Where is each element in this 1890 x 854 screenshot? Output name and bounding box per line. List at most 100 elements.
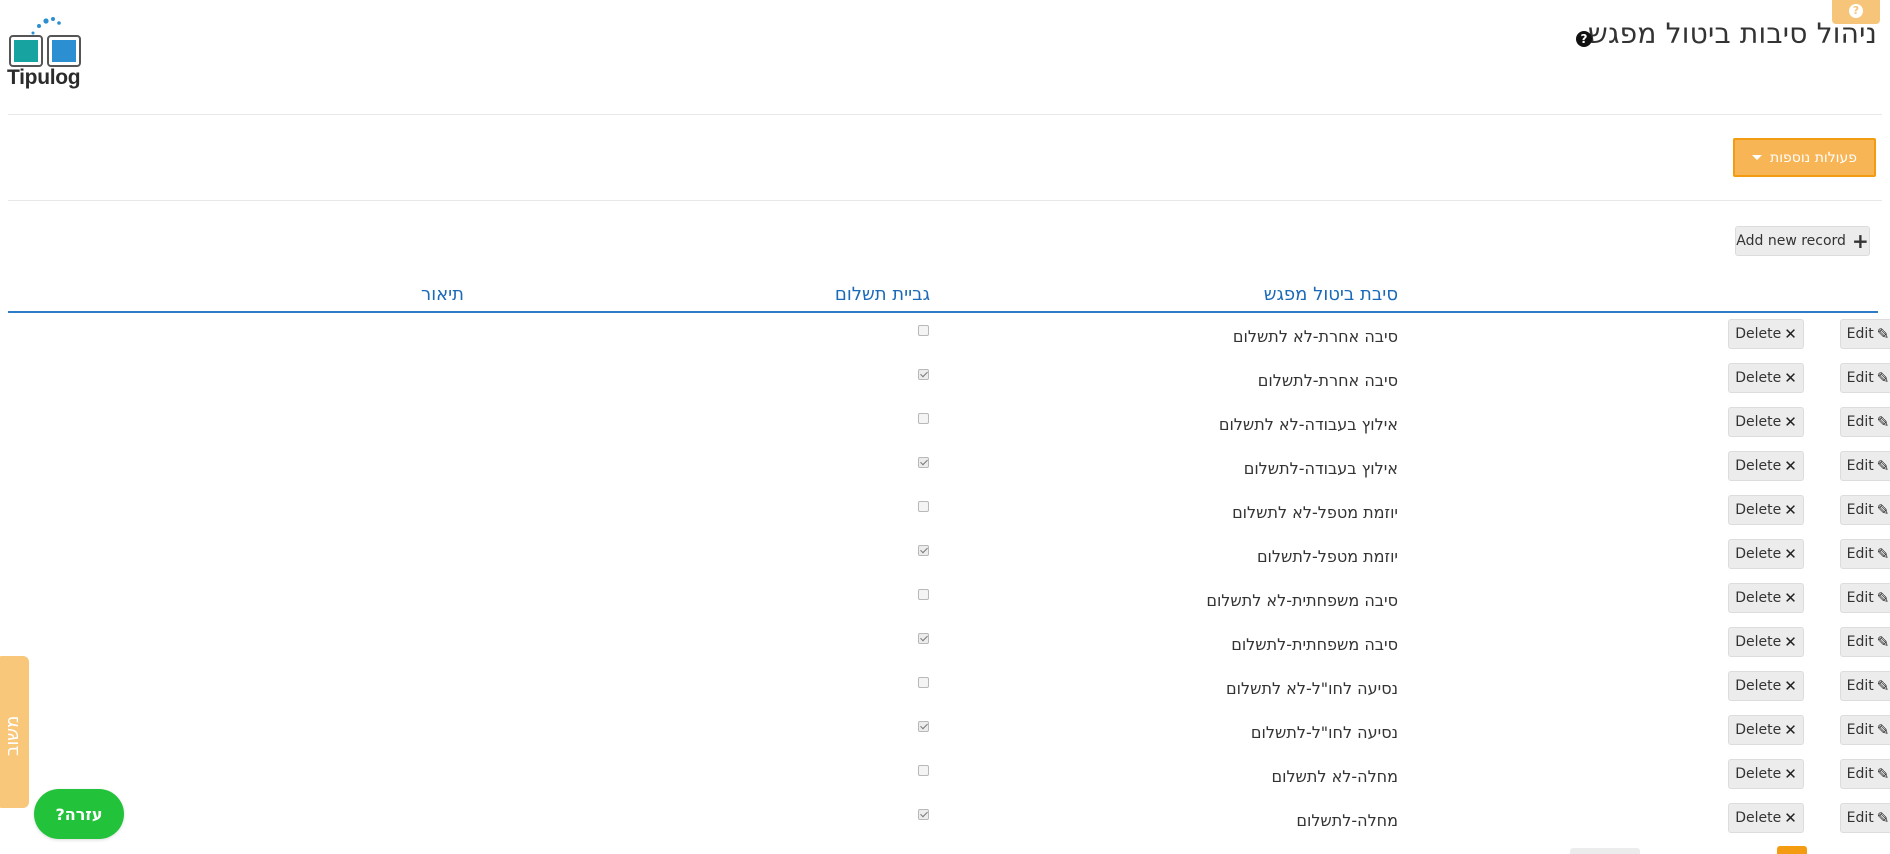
payment-checkbox[interactable] [918, 501, 929, 512]
pencil-icon: ✎ [1876, 501, 1890, 519]
column-header-payment[interactable]: גביית תשלום [835, 284, 930, 305]
pagination-input[interactable] [1570, 848, 1640, 854]
delete-button[interactable]: Delete ✕ [1728, 495, 1804, 525]
table-row: Edit ✎ Delete ✕ מחלה-לא לתשלום [0, 754, 1890, 798]
pagination-active-page[interactable] [1777, 846, 1807, 854]
question-circle-icon[interactable]: ? [1576, 31, 1592, 47]
delete-label: Delete [1735, 502, 1782, 518]
divider [8, 200, 1882, 201]
edit-label: Edit [1846, 810, 1874, 826]
feedback-label: משוב [2, 715, 23, 756]
edit-button[interactable]: Edit ✎ [1840, 451, 1890, 481]
delete-button[interactable]: Delete ✕ [1728, 539, 1804, 569]
edit-label: Edit [1846, 546, 1874, 562]
pencil-icon: ✎ [1876, 325, 1890, 343]
table-row: Edit ✎ Delete ✕ סיבה משפחתית-לתשלום [0, 622, 1890, 666]
pencil-icon: ✎ [1876, 545, 1890, 563]
close-icon: ✕ [1784, 457, 1797, 475]
delete-label: Delete [1735, 326, 1782, 342]
payment-checkbox[interactable] [918, 457, 929, 468]
edit-label: Edit [1846, 414, 1874, 430]
edit-label: Edit [1846, 326, 1874, 342]
table-row: Edit ✎ Delete ✕ נסיעה לחו"ל-לתשלום [0, 710, 1890, 754]
pencil-icon: ✎ [1876, 457, 1890, 475]
table-row: Edit ✎ Delete ✕ סיבה משפחתית-לא לתשלום [0, 578, 1890, 622]
logo-text: Tipulog [7, 66, 81, 89]
pencil-icon: ✎ [1876, 413, 1890, 431]
edit-label: Edit [1846, 678, 1874, 694]
pencil-icon: ✎ [1876, 677, 1890, 695]
delete-button[interactable]: Delete ✕ [1728, 627, 1804, 657]
edit-button[interactable]: Edit ✎ [1840, 363, 1890, 393]
delete-label: Delete [1735, 766, 1782, 782]
delete-button[interactable]: Delete ✕ [1728, 671, 1804, 701]
delete-label: Delete [1735, 546, 1782, 562]
reason-cell: מחלה-לא לתשלום [1271, 767, 1398, 786]
close-icon: ✕ [1784, 809, 1797, 827]
reason-cell: סיבה אחרת-לא לתשלום [1232, 327, 1398, 346]
feedback-tab[interactable]: משוב [0, 656, 29, 808]
table-row: Edit ✎ Delete ✕ סיבה אחרת-לא לתשלום [0, 314, 1890, 358]
edit-label: Edit [1846, 502, 1874, 518]
edit-button[interactable]: Edit ✎ [1840, 495, 1890, 525]
edit-button[interactable]: Edit ✎ [1840, 715, 1890, 745]
delete-label: Delete [1735, 590, 1782, 606]
edit-button[interactable]: Edit ✎ [1840, 627, 1890, 657]
table-row: Edit ✎ Delete ✕ נסיעה לחו"ל-לא לתשלום [0, 666, 1890, 710]
column-header-description[interactable]: תיאור [421, 284, 464, 305]
payment-checkbox[interactable] [918, 721, 929, 732]
edit-button[interactable]: Edit ✎ [1840, 759, 1890, 789]
edit-label: Edit [1846, 766, 1874, 782]
reason-cell: סיבה משפחתית-לתשלום [1231, 635, 1398, 654]
payment-checkbox[interactable] [918, 677, 929, 688]
payment-checkbox[interactable] [918, 369, 929, 380]
edit-button[interactable]: Edit ✎ [1840, 671, 1890, 701]
close-icon: ✕ [1784, 721, 1797, 739]
table-row: Edit ✎ Delete ✕ מחלה-לתשלום [0, 798, 1890, 842]
help-chat-button[interactable]: עזרה? [34, 789, 124, 839]
reason-cell: יוזמת מטפל-לא לתשלום [1232, 503, 1398, 522]
delete-label: Delete [1735, 634, 1782, 650]
delete-label: Delete [1735, 458, 1782, 474]
delete-button[interactable]: Delete ✕ [1728, 803, 1804, 833]
payment-checkbox[interactable] [918, 809, 929, 820]
delete-button[interactable]: Delete ✕ [1728, 715, 1804, 745]
delete-button[interactable]: Delete ✕ [1728, 319, 1804, 349]
close-icon: ✕ [1784, 325, 1797, 343]
more-actions-dropdown[interactable]: פעולות נוספות [1733, 138, 1876, 177]
table-row: Edit ✎ Delete ✕ יוזמת מטפל-לא לתשלום [0, 490, 1890, 534]
payment-checkbox[interactable] [918, 325, 929, 336]
payment-checkbox[interactable] [918, 765, 929, 776]
add-record-button[interactable]: Add new record + [1735, 226, 1870, 256]
delete-button[interactable]: Delete ✕ [1728, 759, 1804, 789]
delete-label: Delete [1735, 678, 1782, 694]
edit-button[interactable]: Edit ✎ [1840, 803, 1890, 833]
tipulog-logo[interactable]: Tipulog [6, 16, 86, 90]
pencil-icon: ✎ [1876, 765, 1890, 783]
delete-button[interactable]: Delete ✕ [1728, 407, 1804, 437]
caret-down-icon [1752, 155, 1762, 160]
close-icon: ✕ [1784, 633, 1797, 651]
edit-label: Edit [1846, 370, 1874, 386]
edit-button[interactable]: Edit ✎ [1840, 407, 1890, 437]
edit-button[interactable]: Edit ✎ [1840, 319, 1890, 349]
payment-checkbox[interactable] [918, 633, 929, 644]
edit-label: Edit [1846, 722, 1874, 738]
payment-checkbox[interactable] [918, 545, 929, 556]
payment-checkbox[interactable] [918, 589, 929, 600]
delete-button[interactable]: Delete ✕ [1728, 583, 1804, 613]
edit-button[interactable]: Edit ✎ [1840, 583, 1890, 613]
pencil-icon: ✎ [1876, 369, 1890, 387]
reason-cell: מחלה-לתשלום [1296, 811, 1398, 830]
logo-graphic-icon [9, 17, 81, 67]
table-row: Edit ✎ Delete ✕ סיבה אחרת-לתשלום [0, 358, 1890, 402]
delete-button[interactable]: Delete ✕ [1728, 451, 1804, 481]
payment-checkbox[interactable] [918, 413, 929, 424]
delete-label: Delete [1735, 370, 1782, 386]
edit-button[interactable]: Edit ✎ [1840, 539, 1890, 569]
column-header-reason[interactable]: סיבת ביטול מפגש [1264, 284, 1398, 305]
delete-label: Delete [1735, 810, 1782, 826]
delete-button[interactable]: Delete ✕ [1728, 363, 1804, 393]
table-header-divider [8, 311, 1878, 313]
reason-cell: יוזמת מטפל-לתשלום [1256, 547, 1398, 566]
